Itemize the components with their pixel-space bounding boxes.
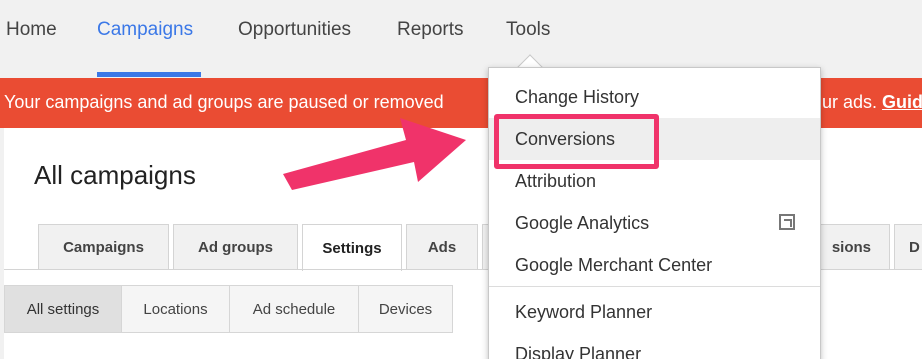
page: Home Campaigns Opportunities Reports Too… (0, 0, 922, 359)
annotation-arrow-icon (283, 118, 466, 190)
